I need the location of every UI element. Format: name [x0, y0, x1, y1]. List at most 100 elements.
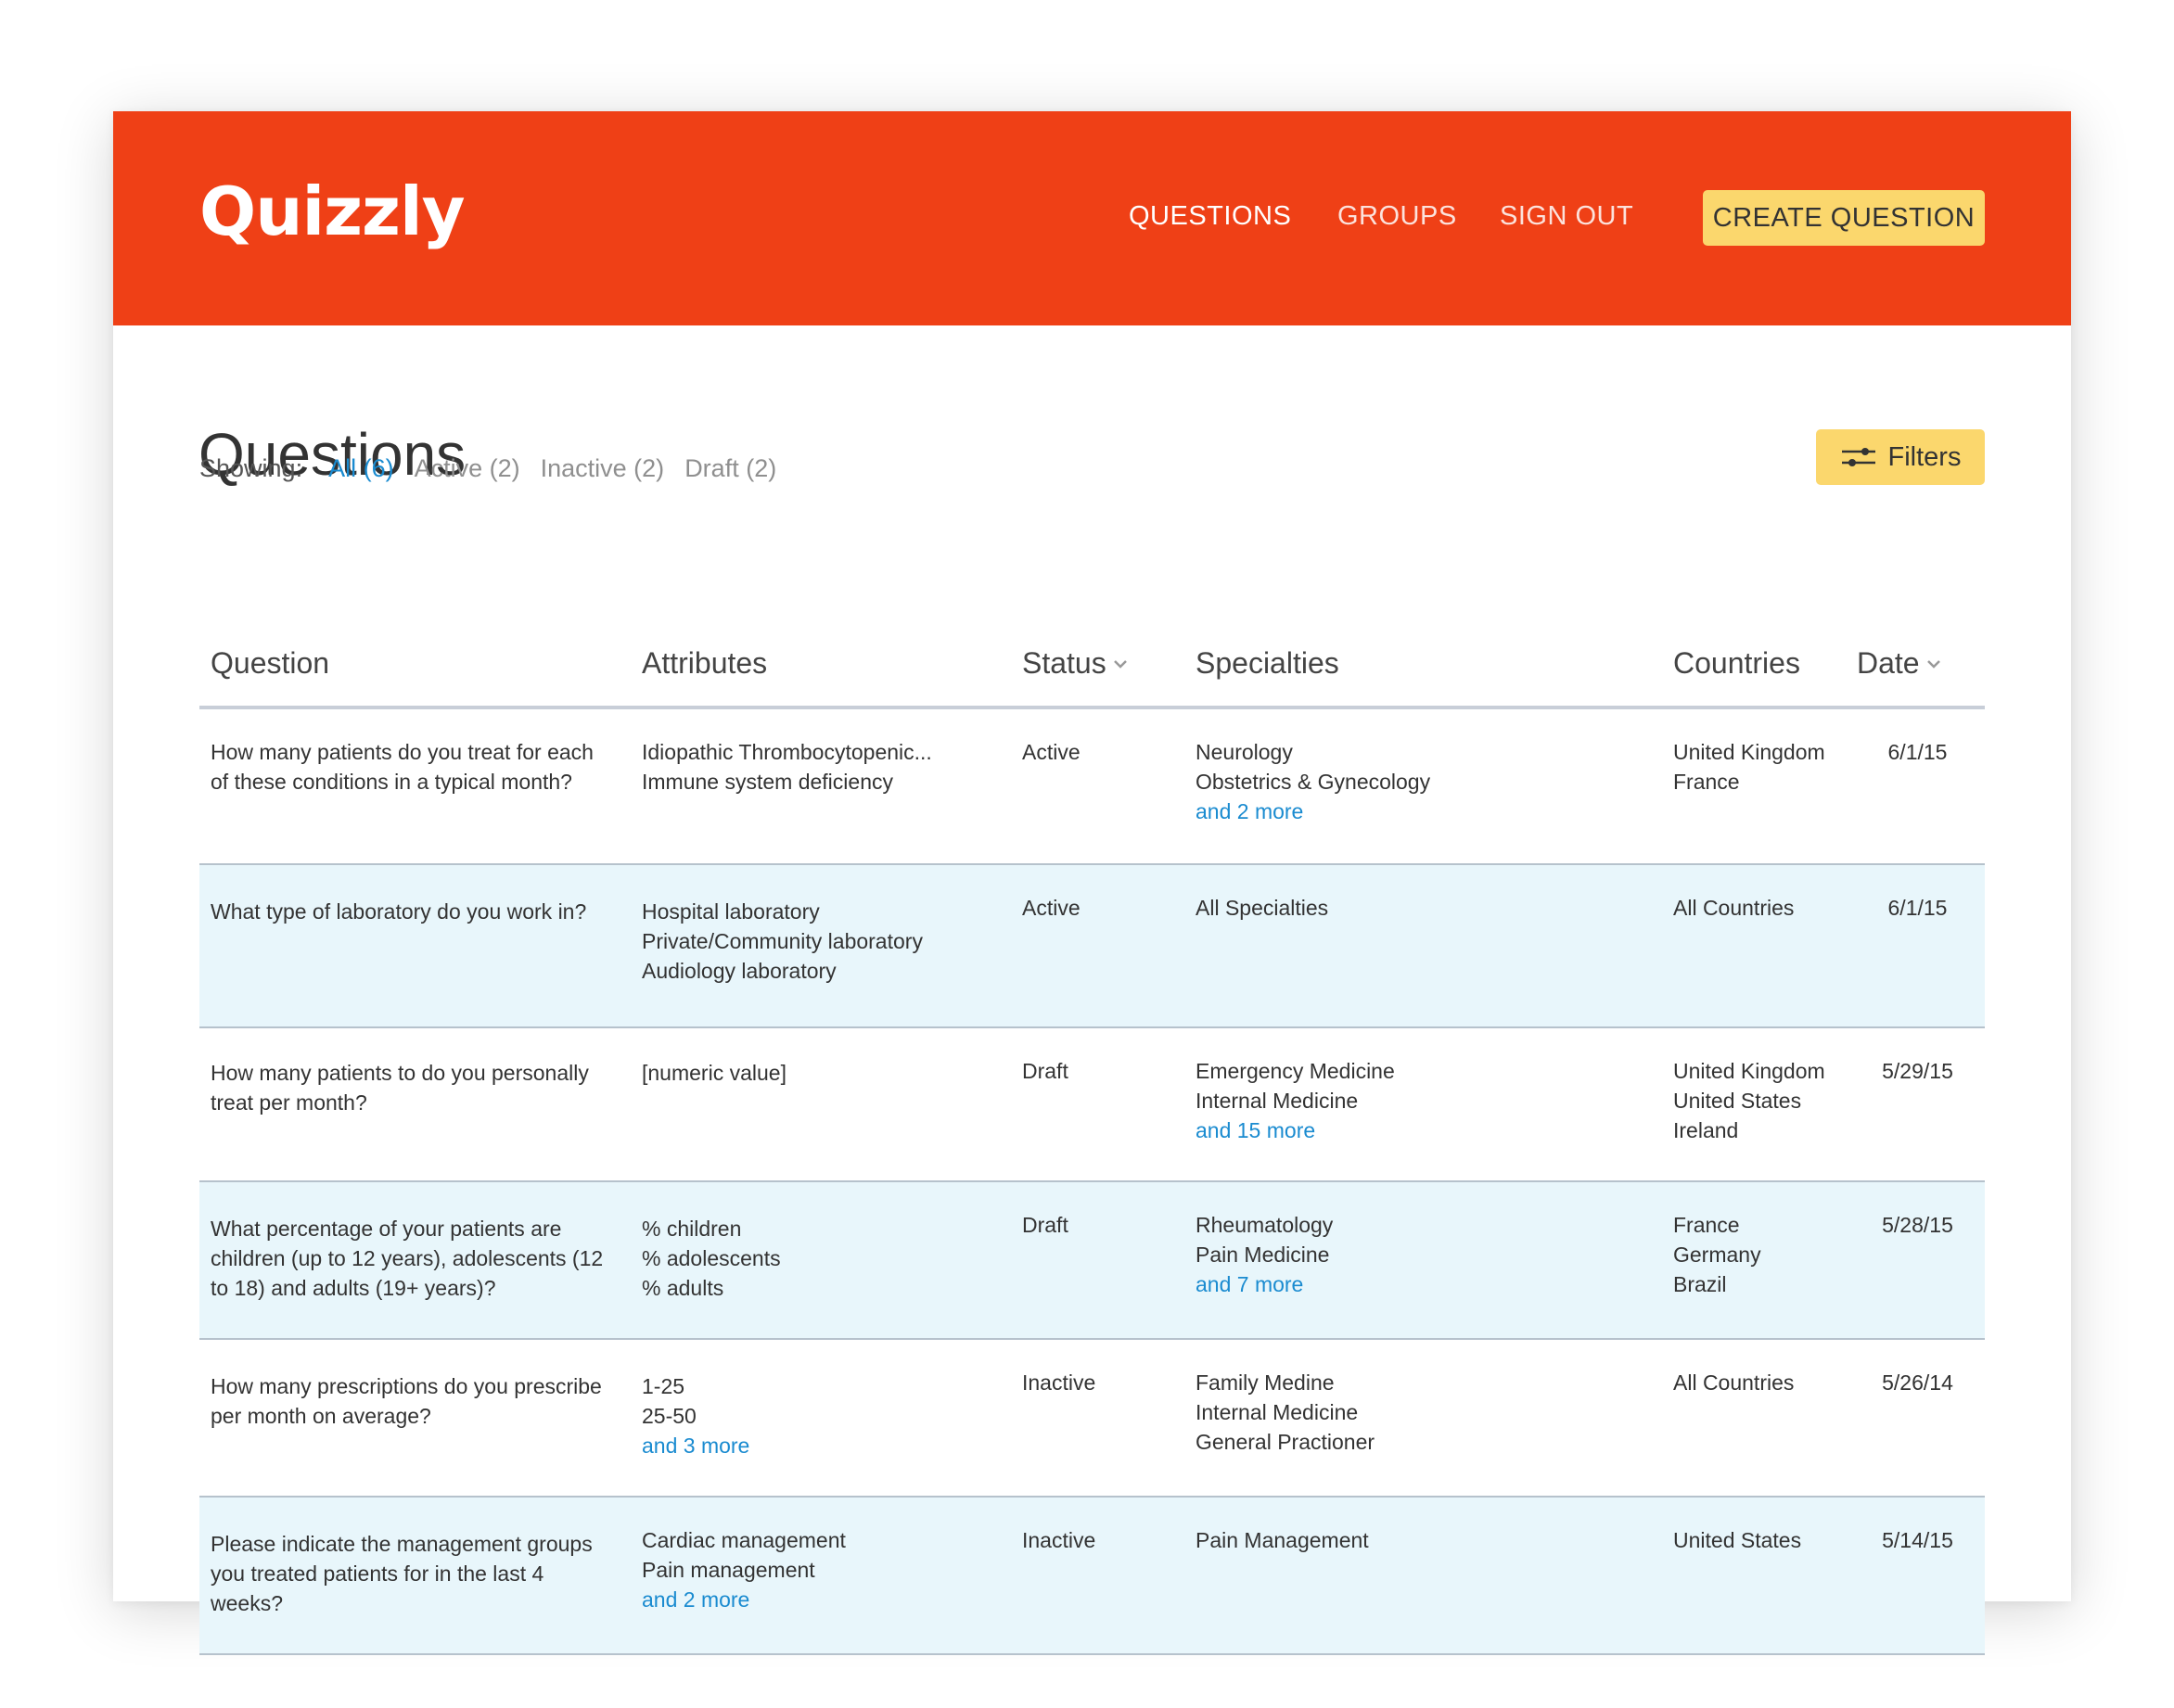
specialties-cell: All Specialties	[1196, 893, 1631, 923]
specialty-item: Emergency Medicine	[1196, 1059, 1395, 1083]
date-text: 6/1/15	[1887, 740, 1948, 764]
attribute-item: Immune system deficiency	[642, 770, 893, 794]
filters-button-label: Filters	[1887, 441, 1962, 472]
specialties-more-link[interactable]: and 2 more	[1196, 797, 1631, 826]
table-row[interactable]: How many patients do you treat for each …	[199, 709, 1985, 865]
countries-cell: United Kingdom United States Ireland	[1673, 1056, 1859, 1145]
question-text[interactable]: How many patients do you treat for each …	[211, 737, 609, 797]
question-text[interactable]: Please indicate the management groups yo…	[211, 1529, 609, 1618]
attribute-item: Idiopathic Thrombocytopenic...	[642, 740, 932, 764]
header-status-sort[interactable]: Status	[1022, 646, 1129, 681]
table-header-row: Question Attributes Status Specialties C…	[199, 626, 1985, 709]
date-text: 5/14/15	[1882, 1528, 1953, 1552]
country-item: All Countries	[1673, 896, 1795, 920]
attributes-more-link[interactable]: and 3 more	[642, 1431, 994, 1460]
attribute-item: Hospital laboratory	[642, 899, 820, 924]
sliders-icon	[1841, 448, 1875, 466]
questions-table: Question Attributes Status Specialties C…	[199, 626, 1985, 1655]
question-text[interactable]: How many prescriptions do you prescribe …	[211, 1371, 609, 1431]
specialties-more-link[interactable]: and 7 more	[1196, 1269, 1631, 1299]
country-item: United Kingdom	[1673, 740, 1825, 764]
question-text[interactable]: What type of laboratory do you work in?	[211, 897, 609, 926]
specialty-item: Family Medine	[1196, 1370, 1335, 1395]
countries-cell: United Kingdom France	[1673, 737, 1859, 797]
nav-groups-link[interactable]: GROUPS	[1337, 201, 1457, 232]
attributes-cell: % children % adolescents % adults	[642, 1214, 994, 1303]
attribute-item: % children	[642, 1217, 742, 1241]
filters-button[interactable]: Filters	[1816, 429, 1985, 485]
attribute-item: [numeric value]	[642, 1061, 786, 1085]
table-row[interactable]: How many prescriptions do you prescribe …	[199, 1340, 1985, 1498]
create-question-button[interactable]: CREATE QUESTION	[1703, 190, 1985, 246]
quizzly-logo[interactable]: Quizzly	[199, 172, 466, 250]
specialty-item: Pain Medicine	[1196, 1243, 1330, 1267]
countries-cell: United States	[1673, 1525, 1859, 1555]
specialty-item: Internal Medicine	[1196, 1400, 1359, 1424]
question-text[interactable]: What percentage of your patients are chi…	[211, 1214, 609, 1303]
country-item: United States	[1673, 1089, 1802, 1113]
date-text: 5/29/15	[1882, 1059, 1953, 1083]
filter-active[interactable]: Active (2)	[415, 454, 520, 483]
header-question: Question	[211, 646, 329, 681]
specialties-cell: Family Medine Internal Medicine General …	[1196, 1368, 1631, 1457]
specialty-item: General Practioner	[1196, 1430, 1375, 1454]
header-attributes: Attributes	[642, 646, 767, 681]
table-row[interactable]: Please indicate the management groups yo…	[199, 1498, 1985, 1655]
specialty-item: All Specialties	[1196, 896, 1329, 920]
table-row[interactable]: What type of laboratory do you work in? …	[199, 865, 1985, 1028]
chevron-down-icon	[1113, 659, 1127, 669]
app-window: Quizzly QUESTIONS GROUPS SIGN OUT CREATE…	[113, 111, 2071, 1655]
attributes-cell: Cardiac management Pain management and 2…	[642, 1525, 994, 1614]
status-text: Inactive	[1022, 1370, 1096, 1395]
country-item: United States	[1673, 1528, 1802, 1552]
specialty-item: Rheumatology	[1196, 1213, 1334, 1237]
date-text: 6/1/15	[1887, 896, 1948, 920]
header-date-sort[interactable]: Date	[1857, 646, 1942, 681]
top-navigation-bar: Quizzly QUESTIONS GROUPS SIGN OUT CREATE…	[113, 111, 2071, 325]
header-countries: Countries	[1673, 646, 1800, 681]
countries-cell: All Countries	[1673, 1368, 1859, 1397]
specialties-cell: Rheumatology Pain Medicine and 7 more	[1196, 1210, 1631, 1299]
header-question-label: Question	[211, 646, 330, 680]
header-specialties: Specialties	[1196, 646, 1339, 681]
attribute-item: % adolescents	[642, 1246, 781, 1270]
specialties-more-link[interactable]: and 15 more	[1196, 1115, 1631, 1145]
question-text[interactable]: How many patients to do you personally t…	[211, 1058, 609, 1117]
attribute-item: Audiology laboratory	[642, 959, 837, 983]
specialty-item: Pain Management	[1196, 1528, 1369, 1552]
chevron-down-icon	[1926, 659, 1940, 669]
specialties-cell: Pain Management	[1196, 1525, 1631, 1555]
attribute-item: 25-50	[642, 1404, 697, 1428]
header-status-label: Status	[1022, 646, 1106, 680]
attribute-item: % adults	[642, 1276, 724, 1300]
attributes-cell: 1-25 25-50 and 3 more	[642, 1371, 994, 1460]
table-row[interactable]: How many patients to do you personally t…	[199, 1028, 1985, 1182]
header-specialties-label: Specialties	[1196, 646, 1339, 680]
filter-draft[interactable]: Draft (2)	[684, 454, 776, 483]
nav-sign-out-link[interactable]: SIGN OUT	[1500, 201, 1633, 232]
date-text: 5/26/14	[1882, 1370, 1953, 1395]
attributes-more-link[interactable]: and 2 more	[642, 1585, 994, 1614]
specialty-item: Neurology	[1196, 740, 1293, 764]
status-text: Draft	[1022, 1059, 1068, 1083]
status-text: Active	[1022, 740, 1081, 764]
nav-questions-link[interactable]: QUESTIONS	[1129, 201, 1291, 232]
status-filter-bar: Showing: All (6) Active (2) Inactive (2)…	[199, 454, 776, 483]
table-row[interactable]: What percentage of your patients are chi…	[199, 1182, 1985, 1340]
filter-all[interactable]: All (6)	[328, 454, 394, 483]
attribute-item: Pain management	[642, 1558, 815, 1582]
country-item: Ireland	[1673, 1118, 1739, 1142]
specialty-item: Internal Medicine	[1196, 1089, 1359, 1113]
attributes-cell: Idiopathic Thrombocytopenic... Immune sy…	[642, 737, 994, 797]
attributes-cell: Hospital laboratory Private/Community la…	[642, 897, 994, 986]
status-text: Active	[1022, 896, 1081, 920]
country-item: France	[1673, 1213, 1740, 1237]
header-date-label: Date	[1857, 646, 1920, 680]
filter-inactive[interactable]: Inactive (2)	[541, 454, 665, 483]
attribute-item: 1-25	[642, 1374, 685, 1398]
status-text: Draft	[1022, 1213, 1068, 1237]
date-text: 5/28/15	[1882, 1213, 1953, 1237]
countries-cell: All Countries	[1673, 893, 1859, 923]
status-text: Inactive	[1022, 1528, 1096, 1552]
attributes-cell: [numeric value]	[642, 1058, 994, 1088]
